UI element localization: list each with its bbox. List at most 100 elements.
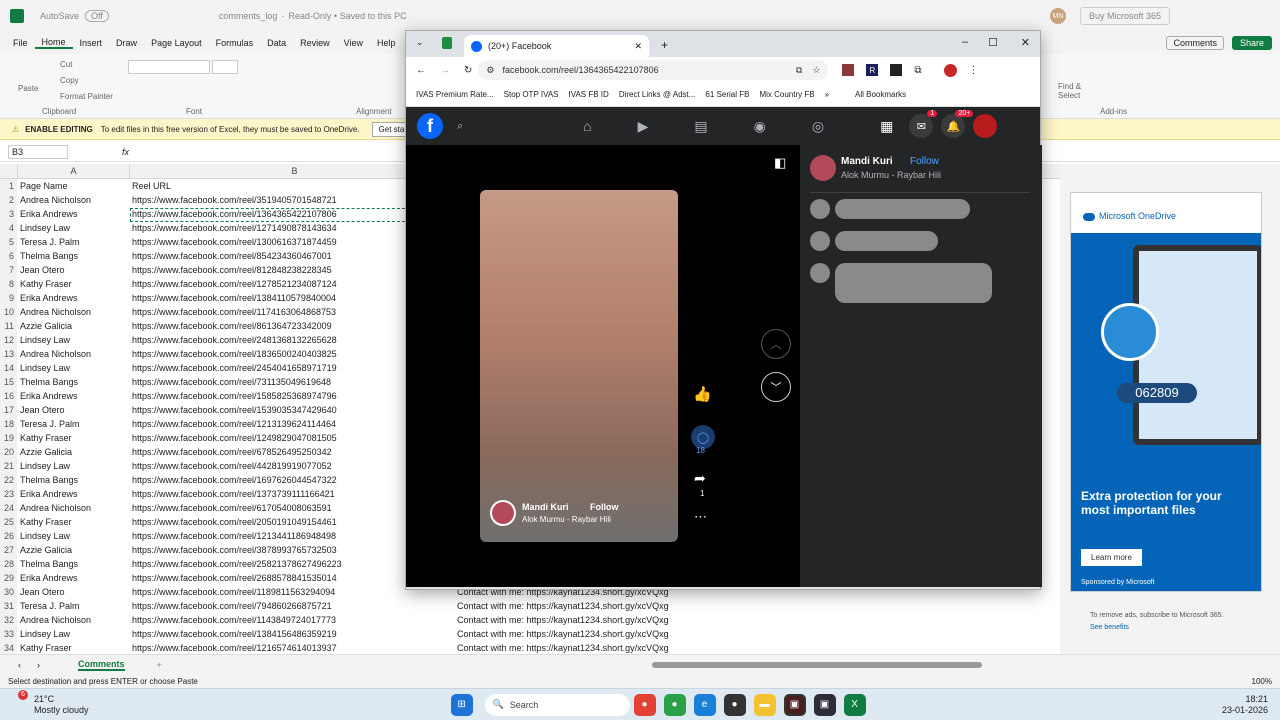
user-avatar[interactable]: MN bbox=[1049, 8, 1066, 24]
video-follow-button[interactable]: Follow bbox=[590, 502, 619, 512]
facebook-logo-icon[interactable]: f bbox=[417, 113, 443, 139]
cell-reel-url[interactable]: https://www.facebook.com/reel/7311350496… bbox=[132, 375, 412, 389]
add-sheet-icon[interactable]: + bbox=[157, 660, 162, 670]
video-author-name[interactable]: Mandi Kuri bbox=[522, 502, 569, 512]
cell-reel-url[interactable]: https://www.facebook.com/reel/1373739111… bbox=[132, 487, 412, 501]
cell-page-name[interactable]: Teresa J. Palm bbox=[20, 599, 130, 613]
video-icon[interactable]: ▶ bbox=[638, 118, 649, 135]
cell-reel-url[interactable]: https://www.facebook.com/reel/8542343604… bbox=[132, 249, 412, 263]
toggle-panel-icon[interactable]: ◧ bbox=[774, 155, 786, 171]
like-icon[interactable]: 👍 bbox=[693, 385, 712, 403]
groups-icon[interactable]: ◉ bbox=[754, 118, 766, 135]
select-all-corner[interactable] bbox=[0, 164, 18, 179]
video-author-avatar[interactable] bbox=[490, 500, 516, 526]
cell-page-name[interactable]: Andrea Nicholson bbox=[20, 193, 130, 207]
cell-reel-url[interactable]: https://www.facebook.com/reel/8128482382… bbox=[132, 263, 412, 277]
home-icon[interactable]: ⌂ bbox=[583, 118, 591, 134]
menu-page-layout[interactable]: Page Layout bbox=[144, 38, 209, 48]
menu-formulas[interactable]: Formulas bbox=[209, 38, 261, 48]
bookmark-6[interactable]: Mix Country FB bbox=[759, 90, 814, 99]
zoom-level[interactable]: 100% bbox=[1252, 677, 1272, 686]
cell-reel-url[interactable]: https://www.facebook.com/reel/1249829047… bbox=[132, 431, 412, 445]
url-text[interactable]: facebook.com/reel/1364365422107806 bbox=[502, 65, 658, 75]
profile-avatar[interactable] bbox=[943, 63, 957, 77]
cell-reel-url[interactable]: https://www.facebook.com/reel/6785264952… bbox=[132, 445, 412, 459]
format-painter-button[interactable]: Format Painter bbox=[60, 92, 113, 101]
maximize-icon[interactable]: ☐ bbox=[988, 36, 998, 49]
column-header-a[interactable]: A bbox=[18, 164, 130, 179]
menu-view[interactable]: View bbox=[337, 38, 370, 48]
cell-page-name[interactable]: Andrea Nicholson bbox=[20, 501, 130, 515]
cell-reel-url[interactable]: https://www.facebook.com/reel/1189811563… bbox=[132, 585, 412, 599]
close-window-icon[interactable]: ✕ bbox=[1021, 36, 1030, 49]
tab-close-icon[interactable]: ✕ bbox=[634, 41, 642, 52]
cell-page-name[interactable]: Thelma Bangs bbox=[20, 249, 130, 263]
cell-page-name[interactable]: Andrea Nicholson bbox=[20, 305, 130, 319]
edge-icon[interactable]: e bbox=[693, 693, 716, 716]
cell-page-name[interactable]: Lindsey Law bbox=[20, 459, 130, 473]
cell-comment[interactable]: Contact with me: https://kaynat1234.shor… bbox=[457, 599, 717, 613]
active-app-icon[interactable]: ▣ bbox=[783, 693, 806, 716]
site-info-icon[interactable]: ⚙ bbox=[486, 65, 494, 76]
cell-page-name[interactable]: Lindsey Law bbox=[20, 221, 130, 235]
sheet-tab-comments[interactable]: Comments bbox=[78, 659, 125, 671]
share-button[interactable]: Share bbox=[1231, 36, 1272, 50]
more-bookmarks-icon[interactable]: » bbox=[825, 90, 829, 99]
see-benefits-link[interactable]: See benefits bbox=[1090, 624, 1129, 631]
cell-reel-url[interactable]: https://www.facebook.com/reel/1300616371… bbox=[132, 235, 412, 249]
start-icon[interactable]: ⊞ bbox=[450, 693, 473, 716]
cell-page-name[interactable]: Jean Otero bbox=[20, 263, 130, 277]
cell-page-name[interactable]: Page Name bbox=[20, 179, 130, 193]
cell-page-name[interactable]: Kathy Fraser bbox=[20, 431, 130, 445]
cell-page-name[interactable]: Erika Andrews bbox=[20, 389, 130, 403]
next-reel-button[interactable]: ﹀ bbox=[761, 372, 791, 402]
taskbar-search[interactable]: 🔍 Search bbox=[484, 693, 630, 716]
cell-page-name[interactable]: Jean Otero bbox=[20, 585, 130, 599]
cell-page-name[interactable]: Lindsey Law bbox=[20, 361, 130, 375]
menu-help[interactable]: Help bbox=[370, 38, 403, 48]
cell-reel-url[interactable]: https://www.facebook.com/reel/2688578841… bbox=[132, 571, 412, 585]
cell-reel-url[interactable]: https://www.facebook.com/reel/4428199190… bbox=[132, 459, 412, 473]
menu-file[interactable]: File bbox=[6, 38, 35, 48]
terminal-icon[interactable]: ▣ bbox=[813, 693, 836, 716]
copy-button[interactable]: Copy bbox=[60, 76, 79, 85]
messenger-icon[interactable]: ✉ 1 bbox=[909, 110, 938, 138]
cell-page-name[interactable]: Erika Andrews bbox=[20, 487, 130, 501]
cell-reel-url[interactable]: https://www.facebook.com/reel/1384156486… bbox=[132, 627, 412, 641]
app-icon[interactable]: ● bbox=[723, 693, 746, 716]
all-bookmarks-folder[interactable]: All Bookmarks bbox=[855, 90, 906, 99]
fb-profile-avatar[interactable] bbox=[973, 114, 998, 138]
find-select-button[interactable]: Find & Select bbox=[1058, 82, 1098, 100]
cell-reel-url[interactable]: https://www.facebook.com/reel/1384110579… bbox=[132, 291, 412, 305]
cell-reel-url[interactable]: https://www.facebook.com/reel/7948602668… bbox=[132, 599, 412, 613]
cell-reel-url[interactable]: https://www.facebook.com/reel/1174163064… bbox=[132, 305, 412, 319]
excel-taskbar-icon[interactable]: X bbox=[843, 693, 866, 716]
author-avatar[interactable] bbox=[810, 155, 836, 181]
cell-page-name[interactable]: Erika Andrews bbox=[20, 571, 130, 585]
cell-page-name[interactable]: Teresa J. Palm bbox=[20, 417, 130, 431]
table-row[interactable]: 33 Lindsey Law https://www.facebook.com/re… bbox=[0, 627, 1065, 641]
sheets-app-icon[interactable] bbox=[442, 37, 452, 49]
table-row[interactable]: 31 Teresa J. Palm https://www.facebook.com… bbox=[0, 599, 1065, 613]
font-size-box[interactable] bbox=[212, 60, 238, 74]
address-bar[interactable]: ⚙ facebook.com/reel/1364365422107806 ⧉ ☆ bbox=[478, 60, 829, 80]
cell-page-name[interactable]: Thelma Bangs bbox=[20, 375, 130, 389]
bookmark-3[interactable]: IVAS FB ID bbox=[569, 90, 609, 99]
extension-icon-3[interactable] bbox=[890, 64, 903, 76]
cell-reel-url[interactable]: https://www.facebook.com/reel/2481368132… bbox=[132, 333, 412, 347]
cell-comment[interactable]: Contact with me: https://kaynat1234.shor… bbox=[457, 641, 717, 654]
extension-icon-1[interactable] bbox=[842, 64, 855, 76]
cell-reel-url[interactable]: https://www.facebook.com/reel/1278521234… bbox=[132, 277, 412, 291]
cell-reel-url[interactable]: https://www.facebook.com/reel/2050191049… bbox=[132, 515, 412, 529]
cell-comment[interactable]: Contact with me: https://kaynat1234.shor… bbox=[457, 613, 717, 627]
tab-search-icon[interactable]: ⌄ bbox=[416, 37, 424, 48]
autosave-toggle[interactable]: Off bbox=[85, 10, 109, 22]
learn-more-button[interactable]: Learn more bbox=[1081, 549, 1142, 566]
sheet-nav-next[interactable]: › bbox=[37, 660, 40, 670]
reload-icon[interactable]: ↻ bbox=[464, 65, 472, 76]
menu-review[interactable]: Review bbox=[293, 38, 337, 48]
name-box[interactable]: B3 bbox=[8, 144, 68, 159]
comments-button[interactable]: Comments bbox=[1166, 36, 1224, 50]
chrome-menu-icon[interactable]: ⋮ bbox=[969, 65, 979, 76]
cut-button[interactable]: Cut bbox=[60, 60, 72, 69]
